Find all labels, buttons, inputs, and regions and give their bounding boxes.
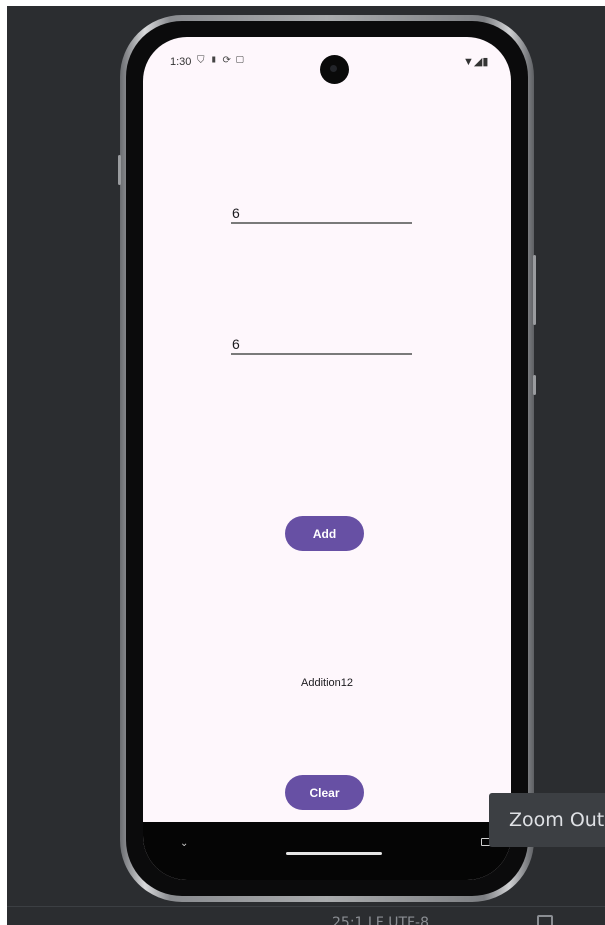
first-number-value: 6	[232, 205, 240, 221]
zoom-out-tooltip: Zoom Out	[489, 793, 605, 847]
device-bezel: 1:30 ⛉▮⟳▢ ▼◢▮ 6 6 Add Addition12 Clear ⌄	[126, 21, 528, 896]
front-camera	[320, 55, 349, 84]
sync-icon: ⟳	[222, 55, 236, 66]
screenshot-icon: ▢	[235, 55, 249, 66]
result-text: Addition12	[301, 677, 353, 689]
power-button	[533, 255, 536, 325]
ide-window: 1:30 ⛉▮⟳▢ ▼◢▮ 6 6 Add Addition12 Clear ⌄…	[7, 6, 605, 925]
navigation-bar: ⌄	[143, 822, 511, 880]
second-number-input[interactable]: 6	[231, 331, 412, 355]
status-icons-right: ▼◢▮	[463, 55, 488, 68]
ide-status-bar: 25:1 LF UTF-8	[7, 906, 605, 925]
side-button	[533, 375, 536, 395]
shield-icon: ⛉	[197, 55, 210, 66]
wifi-icon: ▼	[463, 56, 474, 68]
status-icons-left: ⛉▮⟳▢	[197, 55, 249, 66]
battery-icon: ▮	[482, 56, 489, 68]
second-number-value: 6	[232, 336, 240, 352]
nav-back-icon[interactable]: ⌄	[180, 838, 188, 849]
device-frame: 1:30 ⛉▮⟳▢ ▼◢▮ 6 6 Add Addition12 Clear ⌄	[118, 15, 536, 902]
status-bar: 1:30 ⛉▮⟳▢ ▼◢▮	[143, 37, 511, 84]
add-button[interactable]: Add	[285, 516, 364, 551]
volume-button	[118, 155, 121, 185]
ide-status-text: 25:1 LF UTF-8	[332, 915, 430, 925]
first-number-input[interactable]: 6	[231, 200, 412, 224]
home-handle[interactable]	[286, 852, 382, 855]
sd-card-icon: ▮	[209, 55, 223, 66]
readonly-toggle-icon[interactable]	[537, 915, 553, 925]
device-screen: 1:30 ⛉▮⟳▢ ▼◢▮ 6 6 Add Addition12 Clear ⌄	[143, 37, 511, 880]
status-time: 1:30	[170, 56, 192, 68]
clear-button[interactable]: Clear	[285, 775, 364, 810]
